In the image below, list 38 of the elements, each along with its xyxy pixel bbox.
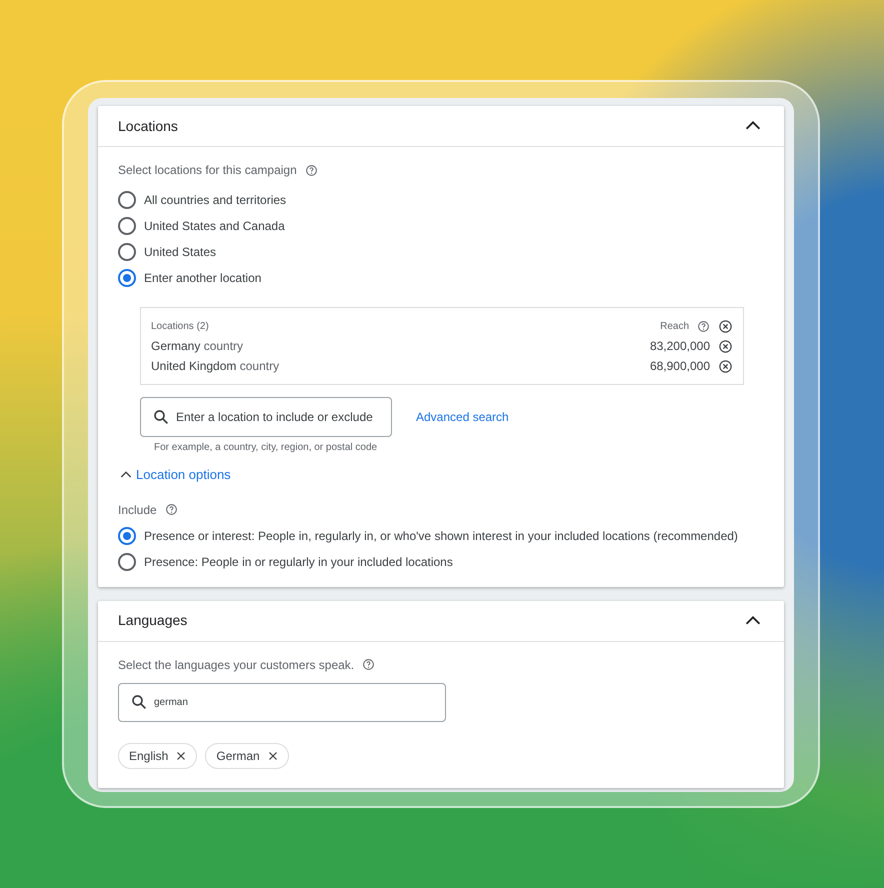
remove-icon[interactable] — [718, 338, 733, 354]
location-name: Germany country — [151, 338, 244, 355]
prompt-text: Select locations for this campaign — [118, 162, 297, 179]
remove-icon[interactable] — [718, 358, 733, 374]
radio-button[interactable] — [118, 526, 136, 544]
help-icon[interactable] — [362, 658, 376, 671]
radio-label: Presence or interest: People in, regularly in, or who've shown interest in your included locations (recommended) — [144, 528, 738, 544]
prompt-text: Include — [118, 502, 157, 518]
language-chip[interactable]: English — [118, 742, 198, 768]
help-icon[interactable] — [697, 320, 710, 332]
language-search-field[interactable]: german — [118, 682, 446, 722]
radio-label: United States — [144, 244, 216, 261]
search-field[interactable]: Enter a location to include or exclude — [140, 397, 392, 437]
reach-value: 68,900,000 — [650, 358, 710, 375]
language-chip[interactable]: German — [205, 742, 289, 768]
radio-label: United States and Canada — [144, 218, 285, 235]
section-title: Locations — [118, 116, 178, 136]
radio-label: All countries and territories — [144, 192, 286, 209]
radio-button[interactable] — [118, 269, 136, 287]
reach-value: 83,200,000 — [650, 338, 710, 355]
prompt-text: Select the languages your customers speak. — [118, 656, 354, 674]
radio-button[interactable] — [118, 243, 136, 261]
radio-label: Enter another location — [144, 270, 262, 287]
hint-text: For example, a country, city, region, or postal code — [154, 441, 378, 455]
location-name: United Kingdom country — [151, 358, 280, 375]
remove-all-icon[interactable] — [718, 318, 733, 334]
location-options-toggle[interactable]: Location options — [118, 465, 231, 484]
column-heading: Reach — [660, 320, 689, 334]
help-icon[interactable] — [304, 164, 318, 176]
table-heading: Locations (2) — [151, 320, 209, 334]
radio-button[interactable] — [118, 217, 136, 235]
radio-button[interactable] — [118, 191, 136, 209]
radio-label: Presence: People in or regularly in your included locations — [144, 554, 453, 570]
section-title: Languages — [118, 611, 188, 630]
help-icon[interactable] — [164, 503, 178, 516]
advanced-search-link[interactable]: Advanced search — [416, 408, 509, 426]
search-icon — [130, 693, 148, 711]
radio-button[interactable] — [118, 552, 136, 570]
